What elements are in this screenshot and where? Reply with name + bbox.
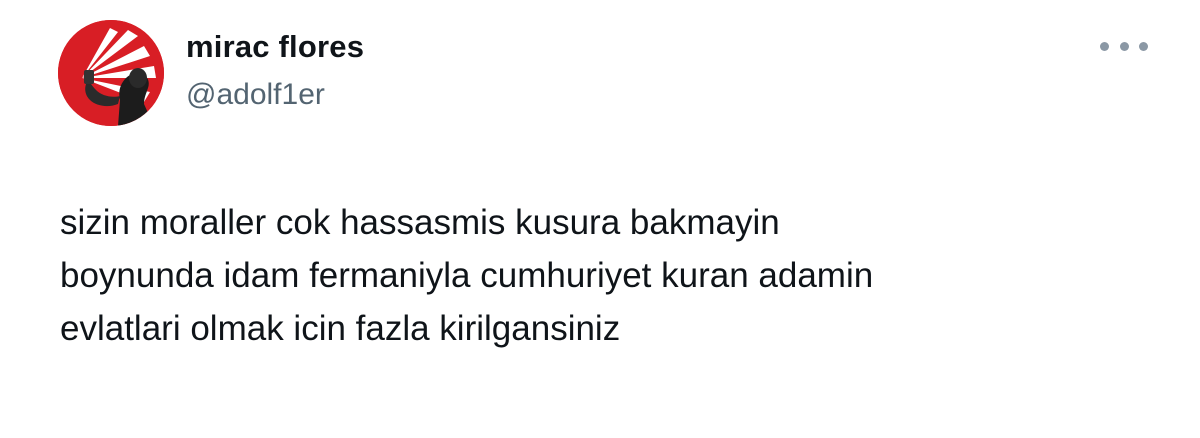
tweet-line: evlatlari olmak icin fazla kirilgansiniz [60,309,621,348]
more-dot [1139,41,1148,51]
avatar[interactable] [58,20,164,126]
tweet-text: sizin moraller cok hassasmis kusura bakm… [60,196,1160,355]
more-dot [1119,41,1129,51]
author-info: mirac flores @adolf1er [186,28,364,114]
display-name[interactable]: mirac flores [186,28,364,66]
avatar-image [58,20,164,126]
more-horizontal-icon[interactable] [1100,34,1148,58]
handle[interactable]: @adolf1er [186,76,364,114]
tweet-card: mirac flores @adolf1er sizin moraller co… [0,0,1200,438]
more-dot [1100,41,1109,51]
tweet-line: sizin moraller cok hassasmis kusura bakm… [60,203,780,242]
tweet-line: boynunda idam fermaniyla cumhuriyet kura… [60,256,874,295]
